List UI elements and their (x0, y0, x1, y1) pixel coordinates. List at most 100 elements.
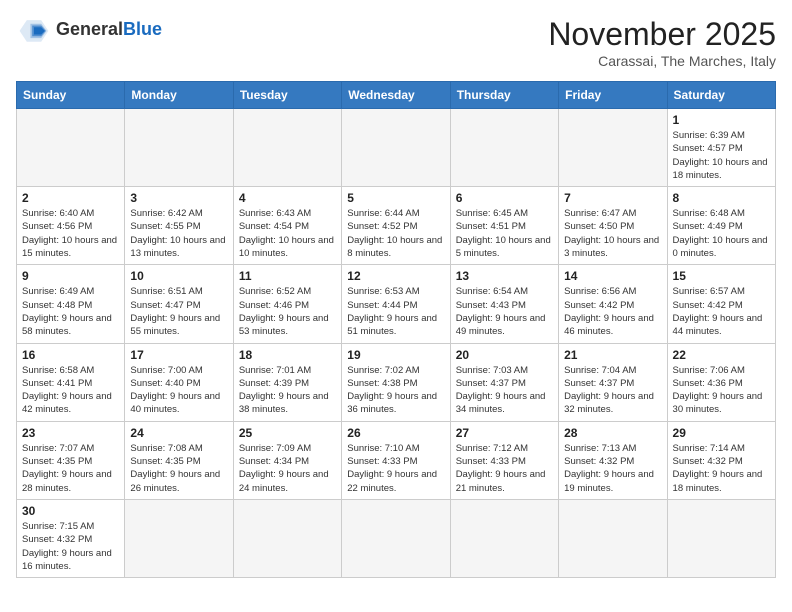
calendar-cell (450, 499, 558, 577)
day-number: 11 (239, 269, 336, 283)
calendar-cell: 12 Sunrise: 6:53 AMSunset: 4:44 PMDayligh… (342, 265, 450, 343)
day-info: Sunrise: 7:03 AMSunset: 4:37 PMDaylight:… (456, 364, 553, 417)
day-number: 7 (564, 191, 661, 205)
day-info: Sunrise: 6:54 AMSunset: 4:43 PMDaylight:… (456, 285, 553, 338)
day-info: Sunrise: 7:08 AMSunset: 4:35 PMDaylight:… (130, 442, 227, 495)
month-title: November 2025 (548, 16, 776, 53)
title-block: November 2025 Carassai, The Marches, Ita… (548, 16, 776, 69)
calendar-cell (233, 499, 341, 577)
calendar-cell: 13 Sunrise: 6:54 AMSunset: 4:43 PMDayligh… (450, 265, 558, 343)
weekday-friday: Friday (559, 82, 667, 109)
day-number: 30 (22, 504, 119, 518)
day-number: 5 (347, 191, 444, 205)
week-row-4: 23 Sunrise: 7:07 AMSunset: 4:35 PMDayligh… (17, 421, 776, 499)
day-number: 18 (239, 348, 336, 362)
day-info: Sunrise: 7:12 AMSunset: 4:33 PMDaylight:… (456, 442, 553, 495)
calendar-cell: 7 Sunrise: 6:47 AMSunset: 4:50 PMDaylight… (559, 187, 667, 265)
location: Carassai, The Marches, Italy (548, 53, 776, 69)
calendar-cell: 20Sunrise: 7:03 AMSunset: 4:37 PMDayligh… (450, 343, 558, 421)
day-info: Sunrise: 6:52 AMSunset: 4:46 PMDaylight:… (239, 285, 336, 338)
calendar-cell: 28 Sunrise: 7:13 AMSunset: 4:32 PMDayligh… (559, 421, 667, 499)
day-info: Sunrise: 7:07 AMSunset: 4:35 PMDaylight:… (22, 442, 119, 495)
day-info: Sunrise: 7:02 AMSunset: 4:38 PMDaylight:… (347, 364, 444, 417)
calendar-cell: 21 Sunrise: 7:04 AMSunset: 4:37 PMDayligh… (559, 343, 667, 421)
day-number: 4 (239, 191, 336, 205)
day-info: Sunrise: 6:40 AMSunset: 4:56 PMDaylight:… (22, 207, 119, 260)
weekday-thursday: Thursday (450, 82, 558, 109)
calendar-cell: 18 Sunrise: 7:01 AMSunset: 4:39 PMDayligh… (233, 343, 341, 421)
day-info: Sunrise: 7:14 AMSunset: 4:32 PMDaylight:… (673, 442, 770, 495)
day-number: 14 (564, 269, 661, 283)
calendar-cell (125, 499, 233, 577)
calendar-cell: 23 Sunrise: 7:07 AMSunset: 4:35 PMDayligh… (17, 421, 125, 499)
day-number: 17 (130, 348, 227, 362)
day-info: Sunrise: 7:04 AMSunset: 4:37 PMDaylight:… (564, 364, 661, 417)
calendar-cell: 11 Sunrise: 6:52 AMSunset: 4:46 PMDayligh… (233, 265, 341, 343)
day-number: 12 (347, 269, 444, 283)
day-info: Sunrise: 6:43 AMSunset: 4:54 PMDaylight:… (239, 207, 336, 260)
day-number: 21 (564, 348, 661, 362)
calendar-cell: 26Sunrise: 7:10 AMSunset: 4:33 PMDayligh… (342, 421, 450, 499)
day-info: Sunrise: 7:01 AMSunset: 4:39 PMDaylight:… (239, 364, 336, 417)
page-header: GeneralBlue November 2025 Carassai, The … (16, 16, 776, 69)
calendar-cell (17, 109, 125, 187)
weekday-tuesday: Tuesday (233, 82, 341, 109)
day-info: Sunrise: 7:15 AMSunset: 4:32 PMDaylight:… (22, 520, 119, 573)
calendar-cell (342, 499, 450, 577)
calendar-cell: 27Sunrise: 7:12 AMSunset: 4:33 PMDayligh… (450, 421, 558, 499)
day-info: Sunrise: 7:13 AMSunset: 4:32 PMDaylight:… (564, 442, 661, 495)
calendar-cell: 19 Sunrise: 7:02 AMSunset: 4:38 PMDayligh… (342, 343, 450, 421)
day-number: 13 (456, 269, 553, 283)
day-number: 23 (22, 426, 119, 440)
day-number: 22 (673, 348, 770, 362)
day-number: 28 (564, 426, 661, 440)
calendar-cell (559, 499, 667, 577)
day-number: 2 (22, 191, 119, 205)
day-number: 9 (22, 269, 119, 283)
day-number: 1 (673, 113, 770, 127)
weekday-monday: Monday (125, 82, 233, 109)
day-info: Sunrise: 6:39 AMSunset: 4:57 PMDaylight:… (673, 129, 770, 182)
calendar-cell (667, 499, 775, 577)
week-row-0: 1 Sunrise: 6:39 AMSunset: 4:57 PMDaylight… (17, 109, 776, 187)
calendar-cell: 15 Sunrise: 6:57 AMSunset: 4:42 PMDayligh… (667, 265, 775, 343)
day-number: 26 (347, 426, 444, 440)
calendar-cell: 24 Sunrise: 7:08 AMSunset: 4:35 PMDayligh… (125, 421, 233, 499)
day-number: 24 (130, 426, 227, 440)
calendar-cell: 8Sunrise: 6:48 AMSunset: 4:49 PMDaylight… (667, 187, 775, 265)
day-info: Sunrise: 6:51 AMSunset: 4:47 PMDaylight:… (130, 285, 227, 338)
day-info: Sunrise: 6:49 AMSunset: 4:48 PMDaylight:… (22, 285, 119, 338)
day-info: Sunrise: 6:57 AMSunset: 4:42 PMDaylight:… (673, 285, 770, 338)
calendar-cell (559, 109, 667, 187)
day-info: Sunrise: 7:06 AMSunset: 4:36 PMDaylight:… (673, 364, 770, 417)
week-row-2: 9 Sunrise: 6:49 AMSunset: 4:48 PMDaylight… (17, 265, 776, 343)
calendar-cell: 14 Sunrise: 6:56 AMSunset: 4:42 PMDayligh… (559, 265, 667, 343)
weekday-sunday: Sunday (17, 82, 125, 109)
calendar-cell (342, 109, 450, 187)
day-info: Sunrise: 6:47 AMSunset: 4:50 PMDaylight:… (564, 207, 661, 260)
day-info: Sunrise: 6:56 AMSunset: 4:42 PMDaylight:… (564, 285, 661, 338)
calendar-cell: 9 Sunrise: 6:49 AMSunset: 4:48 PMDaylight… (17, 265, 125, 343)
calendar-cell: 30 Sunrise: 7:15 AMSunset: 4:32 PMDayligh… (17, 499, 125, 577)
day-info: Sunrise: 7:00 AMSunset: 4:40 PMDaylight:… (130, 364, 227, 417)
calendar-cell (125, 109, 233, 187)
day-info: Sunrise: 6:58 AMSunset: 4:41 PMDaylight:… (22, 364, 119, 417)
calendar-cell: 5Sunrise: 6:44 AMSunset: 4:52 PMDaylight… (342, 187, 450, 265)
calendar-cell: 22 Sunrise: 7:06 AMSunset: 4:36 PMDayligh… (667, 343, 775, 421)
calendar-cell: 3Sunrise: 6:42 AMSunset: 4:55 PMDaylight… (125, 187, 233, 265)
weekday-wednesday: Wednesday (342, 82, 450, 109)
day-number: 15 (673, 269, 770, 283)
day-number: 25 (239, 426, 336, 440)
weekday-saturday: Saturday (667, 82, 775, 109)
weekday-header-row: SundayMondayTuesdayWednesdayThursdayFrid… (17, 82, 776, 109)
day-number: 6 (456, 191, 553, 205)
day-number: 29 (673, 426, 770, 440)
day-number: 16 (22, 348, 119, 362)
week-row-3: 16 Sunrise: 6:58 AMSunset: 4:41 PMDayligh… (17, 343, 776, 421)
calendar-cell (450, 109, 558, 187)
calendar-cell: 4 Sunrise: 6:43 AMSunset: 4:54 PMDaylight… (233, 187, 341, 265)
day-info: Sunrise: 6:53 AMSunset: 4:44 PMDaylight:… (347, 285, 444, 338)
day-number: 19 (347, 348, 444, 362)
calendar-cell: 6Sunrise: 6:45 AMSunset: 4:51 PMDaylight… (450, 187, 558, 265)
calendar-cell: 25Sunrise: 7:09 AMSunset: 4:34 PMDayligh… (233, 421, 341, 499)
